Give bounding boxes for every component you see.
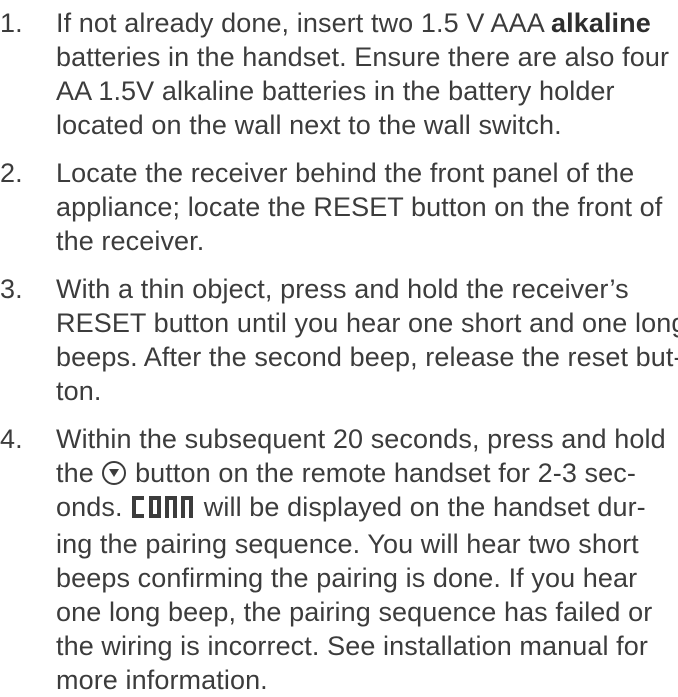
conn-segment-display-icon <box>131 493 195 527</box>
step-line: If not already done, insert two 1.5 V AA… <box>56 6 674 40</box>
step-number: 2. <box>0 158 23 188</box>
step-text: button on the remote handset for 2-3 sec… <box>135 458 636 488</box>
step-4: 4. Within the subsequent 20 seconds, pre… <box>0 422 678 697</box>
step-text: If not already done, insert two 1.5 V AA… <box>56 8 551 38</box>
step-3: 3. With a thin object, press and hold th… <box>0 272 678 408</box>
step-2: 2. Locate the receiver behind the front … <box>0 156 678 258</box>
step-number: 4. <box>0 424 23 454</box>
step-line: Within the subsequent 20 seconds, press … <box>56 424 666 454</box>
step-number: 3. <box>0 274 23 304</box>
step-line: ton. <box>56 376 102 406</box>
step-line: AA 1.5V alkaline batteries in the batter… <box>56 76 615 106</box>
step-line: appliance; locate the RESET button on th… <box>56 192 663 222</box>
step-line: beeps confirming the pairing is done. If… <box>56 563 638 593</box>
step-text: onds. <box>56 492 123 522</box>
step-emphasis: alkaline <box>551 8 651 38</box>
step-line: the wiring is incorrect. See installatio… <box>56 631 648 661</box>
step-text: the <box>56 458 94 488</box>
step-line: onds. will be displayed on the handset d… <box>56 490 674 527</box>
step-line: the button on the remote handset for 2-3… <box>56 456 674 490</box>
step-text: will be displayed on the handset dur- <box>203 492 646 522</box>
step-line: batteries in the handset. Ensure there a… <box>56 42 670 72</box>
step-line: RESET button until you hear one short an… <box>56 308 678 338</box>
step-line: one long beep, the pairing sequence has … <box>56 597 653 627</box>
step-line: With a thin object, press and hold the r… <box>56 274 629 304</box>
instruction-steps: 1. If not already done, insert two 1.5 V… <box>0 6 678 697</box>
step-line: beeps. After the second beep, release th… <box>56 342 678 372</box>
step-line: the receiver. <box>56 226 205 256</box>
step-number: 1. <box>0 8 23 38</box>
circle-down-arrow-icon <box>102 461 127 485</box>
step-line: ing the pairing sequence. You will hear … <box>56 529 639 559</box>
step-line: located on the wall next to the wall swi… <box>56 110 562 140</box>
step-line: Locate the receiver behind the front pan… <box>56 158 635 188</box>
step-1: 1. If not already done, insert two 1.5 V… <box>0 6 678 142</box>
